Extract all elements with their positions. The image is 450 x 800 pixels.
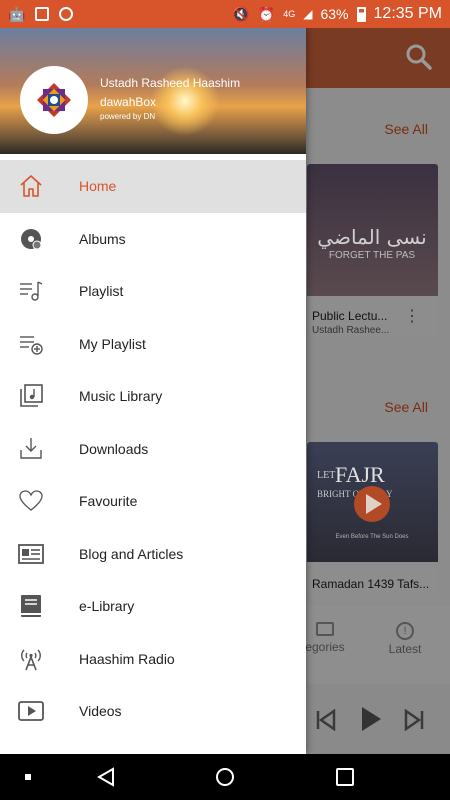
- drawer-item-elibrary-label: e-Library: [79, 598, 135, 615]
- drawer-header: Ustadh Rasheed Haashim dawahBox powered …: [0, 28, 306, 154]
- drawer-item-downloads[interactable]: Downloads: [0, 423, 306, 476]
- back-icon[interactable]: [96, 767, 116, 787]
- music-library-icon: [20, 384, 43, 408]
- overview-icon[interactable]: [335, 767, 355, 787]
- newspaper-icon: [18, 543, 44, 564]
- drawer-item-music-library[interactable]: Music Library: [0, 370, 306, 423]
- card-1-subtitle: Ustadh Rashee...: [312, 325, 390, 336]
- search-icon[interactable]: [406, 44, 432, 70]
- video-icon: [18, 701, 44, 722]
- drawer-item-radio-label: Haashim Radio: [79, 650, 175, 667]
- folder-icon: [316, 622, 334, 636]
- drawer-item-videos[interactable]: Videos: [0, 685, 306, 738]
- next-icon[interactable]: [403, 709, 425, 731]
- home-icon: [20, 175, 42, 198]
- battery-percent: 63%: [320, 6, 349, 22]
- bottom-nav-categories[interactable]: egories: [300, 622, 350, 654]
- drawer-item-albums[interactable]: Albums: [0, 213, 306, 266]
- drawer-item-my-playlist-label: My Playlist: [79, 335, 146, 352]
- see-all-link-1[interactable]: See All: [384, 121, 428, 137]
- drawer-item-albums-label: Albums: [79, 230, 126, 247]
- status-bar: 🤖 🔇 ⏰ 4G ◢ 63% 12:35 PM: [0, 0, 450, 28]
- play-icon[interactable]: [360, 706, 382, 732]
- drawer-item-favourite-label: Favourite: [79, 493, 138, 510]
- drawer-user-name: Ustadh Rasheed Haashim: [100, 76, 241, 90]
- drawer-item-home[interactable]: Home: [0, 160, 306, 213]
- mute-icon: 🔇: [232, 5, 250, 22]
- playlist-add-icon: [20, 336, 43, 355]
- bottom-nav-latest-label: Latest: [388, 642, 422, 656]
- previous-icon[interactable]: [315, 709, 337, 731]
- alert-circle-icon: !: [396, 622, 414, 640]
- drawer-powered-by: powered by DN: [100, 112, 156, 121]
- playlist-icon: [20, 281, 43, 301]
- drawer-item-videos-label: Videos: [79, 703, 122, 720]
- battery-icon: [356, 6, 366, 22]
- recents-dot-icon[interactable]: [25, 774, 31, 780]
- image-notification-icon: [35, 7, 50, 21]
- home-button-icon[interactable]: [215, 767, 235, 787]
- podcast-notification-icon: [59, 7, 74, 21]
- card-1-more-icon[interactable]: ⋮: [404, 306, 420, 326]
- bottom-nav-latest[interactable]: ! Latest: [380, 622, 430, 656]
- album-disc-icon: [21, 228, 42, 250]
- book-icon: [21, 595, 41, 618]
- drawer-item-radio[interactable]: Haashim Radio: [0, 633, 306, 686]
- drawer-app-name: dawahBox: [100, 95, 157, 109]
- clock: 12:35 PM: [373, 5, 442, 22]
- card-2-thumb-big: FAJR: [335, 462, 385, 487]
- drawer-item-blog-label: Blog and Articles: [79, 545, 184, 562]
- drawer-menu: Home Albums Playlist My Playlist Music L…: [0, 160, 306, 738]
- drawer-item-blog[interactable]: Blog and Articles: [0, 528, 306, 581]
- see-all-link-2[interactable]: See All: [384, 399, 428, 415]
- radio-tower-icon: [21, 649, 41, 671]
- heart-icon: [19, 490, 43, 512]
- navigation-drawer: Ustadh Rasheed Haashim dawahBox powered …: [0, 28, 306, 754]
- drawer-item-favourite[interactable]: Favourite: [0, 475, 306, 528]
- drawer-item-downloads-label: Downloads: [79, 440, 149, 457]
- card-2-title: Ramadan 1439 Tafs...: [312, 577, 430, 591]
- android-notification-icon: 🤖: [8, 5, 26, 22]
- album-card-2[interactable]: LET FAJR BRIGHT OUR DAY Even Before The …: [307, 442, 438, 599]
- bottom-nav-categories-label: egories: [305, 640, 345, 654]
- card-1-thumb-arabic: نسى الماضي: [317, 225, 426, 250]
- signal-icon: ◢: [303, 7, 313, 21]
- card-2-thumb-sub: Even Before The Sun Does: [336, 534, 409, 540]
- album-card-1[interactable]: نسى الماضي FORGET THE PAS Public Lectu..…: [307, 164, 438, 336]
- dawahbox-logo-icon: [37, 83, 71, 117]
- app-logo: [20, 66, 88, 134]
- card-2-thumbnail: LET FAJR BRIGHT OUR DAY Even Before The …: [307, 442, 438, 562]
- system-nav-bar: [0, 754, 450, 800]
- drawer-item-my-playlist[interactable]: My Playlist: [0, 318, 306, 371]
- download-icon: [20, 437, 42, 459]
- drawer-item-home-label: Home: [79, 178, 117, 195]
- card-1-thumbnail: نسى الماضي FORGET THE PAS: [307, 164, 438, 296]
- network-type: 4G: [283, 9, 296, 19]
- drawer-item-music-library-label: Music Library: [79, 388, 163, 405]
- card-1-thumb-sub: FORGET THE PAS: [329, 250, 415, 261]
- card-2-thumb-top: LET: [317, 470, 335, 481]
- alarm-icon: ⏰: [257, 5, 276, 22]
- drawer-item-playlist[interactable]: Playlist: [0, 265, 306, 318]
- drawer-item-elibrary[interactable]: e-Library: [0, 580, 306, 633]
- drawer-item-playlist-label: Playlist: [79, 283, 124, 300]
